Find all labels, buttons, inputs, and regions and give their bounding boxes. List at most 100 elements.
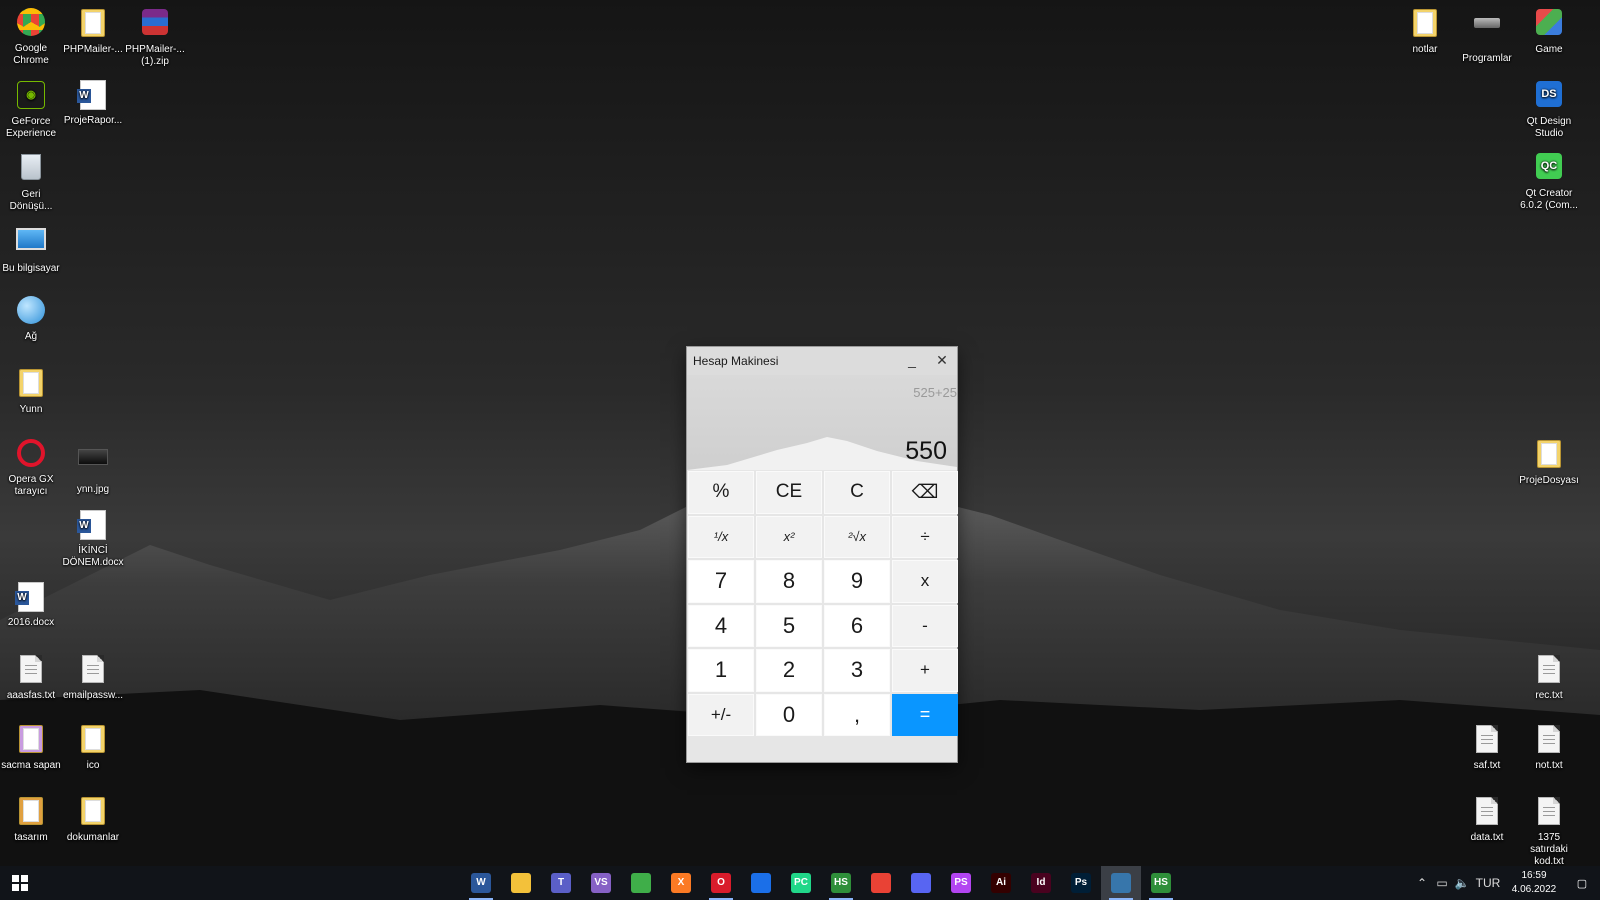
taskbar-app-button[interactable]: T [541,866,581,900]
digit-1-button[interactable]: 1 [688,649,754,692]
desktop-icon-qt-design-studio[interactable]: DS Qt Design Studio [1518,78,1580,140]
multiply-button[interactable]: x [892,560,958,603]
desktop-icon-user-folder[interactable]: Yunn [0,366,62,416]
calculator-titlebar[interactable]: Hesap Makinesi _ ✕ [687,347,957,375]
text-file-icon [77,655,109,687]
taskbar-app-button[interactable]: PC [781,866,821,900]
digit-0-button[interactable]: 0 [756,693,822,736]
folder-icon [15,725,47,757]
taskbar-app-button[interactable]: O [701,866,741,900]
taskbar-app-button[interactable]: VS [581,866,621,900]
taskbar-app-button[interactable]: HS [821,866,861,900]
digit-3-button[interactable]: 3 [824,649,890,692]
chevron-up-icon[interactable]: ⌃ [1412,876,1432,890]
taskbar-app-button[interactable] [1101,866,1141,900]
desktop-icon-1375-satirdaki-kod-txt[interactable]: 1375 satırdaki kod.txt [1518,794,1580,868]
taskbar-app-button[interactable] [861,866,901,900]
taskbar-app-button[interactable]: PS [941,866,981,900]
decimal-separator-button[interactable]: , [824,693,890,736]
percent-button[interactable]: % [688,471,754,514]
word-icon: W [471,873,491,893]
desktop-icon-emailpassw[interactable]: emailpassw... [62,652,124,702]
folder-icon [77,725,109,757]
desktop-icon-saf-txt[interactable]: saf.txt [1456,722,1518,772]
visual-studio-icon: VS [591,873,611,893]
desktop-icon-projerapor[interactable]: W ProjeRapor... [62,78,124,127]
desktop-icon-qt-creator[interactable]: QC Qt Creator 6.0.2 (Com... [1518,150,1580,212]
desktop-icon-not-txt[interactable]: not.txt [1518,722,1580,772]
phpstorm-icon: PS [951,873,971,893]
taskbar-app-button[interactable] [741,866,781,900]
taskbar-app-button[interactable] [901,866,941,900]
digit-5-button[interactable]: 5 [756,604,822,647]
volume-icon[interactable]: 🔈 [1452,876,1472,890]
desktop-icon-tasarim[interactable]: tasarım [0,794,62,844]
taskbar-app-button[interactable]: HS [1141,866,1181,900]
digit-9-button[interactable]: 9 [824,560,890,603]
network-icon[interactable]: ▭ [1432,876,1452,890]
close-button[interactable]: ✕ [927,347,957,375]
clear-entry-button[interactable]: CE [756,471,822,514]
taskbar-app-button[interactable]: Ps [1061,866,1101,900]
keypad: % CE C ⌫ ¹/x x² ²√x ÷ 7 8 9 x 4 5 6 - 1 … [687,470,958,737]
desktop-icon-sacma-sapan[interactable]: sacma sapan [0,722,62,772]
desktop-icon-programlar[interactable]: Programlar [1456,6,1518,65]
desktop-icon-google-chrome[interactable]: Google Chrome [0,6,62,67]
clear-button[interactable]: C [824,471,890,514]
clock[interactable]: 16:59 4.06.2022 [1504,869,1564,897]
desktop-icon-rec-txt[interactable]: rec.txt [1518,652,1580,702]
reciprocal-button[interactable]: ¹/x [688,515,754,558]
indesign-icon: Id [1031,873,1051,893]
backspace-button[interactable]: ⌫ [892,471,958,514]
chrome-icon [15,8,47,40]
desktop-icon-game[interactable]: Game [1518,6,1580,56]
taskbar-app-button[interactable] [501,866,541,900]
digit-2-button[interactable]: 2 [756,649,822,692]
start-button[interactable] [0,866,40,900]
desktop-icon-opera-gx[interactable]: Opera GX tarayıcı [0,437,62,498]
square-root-button[interactable]: ²√x [824,515,890,558]
divide-button[interactable]: ÷ [892,515,958,558]
equals-button[interactable]: = [892,693,958,736]
discord-icon [911,873,931,893]
desktop-icon-projedosyasi[interactable]: ProjeDosyası [1518,437,1580,487]
language-indicator[interactable]: TUR [1472,876,1504,890]
user-folder-icon [15,369,47,401]
taskbar-app-button[interactable]: X [661,866,701,900]
minimize-button[interactable]: _ [897,347,927,375]
digit-8-button[interactable]: 8 [756,560,822,603]
taskbar-app-button[interactable]: Id [1021,866,1061,900]
chrome-icon [871,873,891,893]
desktop-icon-this-pc[interactable]: Bu bilgisayar [0,222,62,275]
negate-button[interactable]: +/- [688,693,754,736]
taskbar-app-button[interactable] [621,866,661,900]
desktop-icon-ico[interactable]: ico [62,722,124,772]
desktop-icon-data-txt[interactable]: data.txt [1456,794,1518,844]
taskbar-app-button[interactable]: Ai [981,866,1021,900]
app-blue-icon [751,873,771,893]
desktop-icon-notlar[interactable]: notlar [1394,6,1456,56]
desktop-icon-geforce-experience[interactable]: ◉ GeForce Experience [0,78,62,140]
calculator-window[interactable]: Hesap Makinesi _ ✕ 525+25 550 % CE C ⌫ ¹… [687,347,958,762]
desktop-icon-phpmailer-folder[interactable]: PHPMailer-... [62,6,124,56]
digit-6-button[interactable]: 6 [824,604,890,647]
desktop-icon-2016-docx[interactable]: W 2016.docx [0,580,62,629]
image-file-icon [77,449,109,481]
desktop-icon-ikinci-donem-docx[interactable]: W İKİNCİ DÖNEM.docx [62,508,124,569]
desktop-icon-dokumanlar[interactable]: dokumanlar [62,794,124,844]
add-button[interactable]: + [892,649,958,692]
photoshop-icon: Ps [1071,873,1091,893]
desktop-icon-ynn-jpg[interactable]: ynn.jpg [62,437,124,496]
folder-icon [1409,9,1441,41]
desktop-icon-aaasfas-txt[interactable]: aaasfas.txt [0,652,62,702]
desktop-icon-recycle-bin[interactable]: Geri Dönüşü... [0,150,62,213]
notification-center-icon[interactable]: ▢ [1564,877,1600,890]
desktop-icon-network[interactable]: Ağ [0,294,62,343]
square-button[interactable]: x² [756,515,822,558]
desktop-icon-phpmailer-zip[interactable]: PHPMailer-... (1).zip [124,6,186,68]
qt-creator-icon: QC [1533,153,1565,185]
digit-4-button[interactable]: 4 [688,604,754,647]
taskbar-app-button[interactable]: W [461,866,501,900]
digit-7-button[interactable]: 7 [688,560,754,603]
subtract-button[interactable]: - [892,604,958,647]
